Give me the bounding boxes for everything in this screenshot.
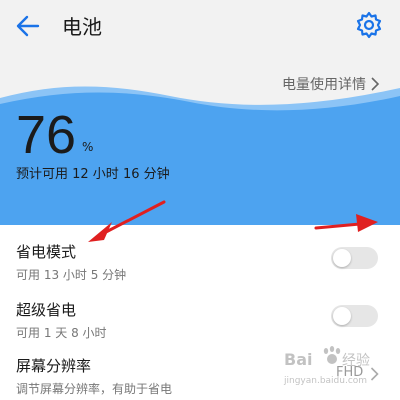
battery-level: 76 [16, 105, 77, 165]
page-title: 电池 [62, 15, 102, 39]
gear-icon[interactable] [354, 10, 384, 40]
power-saving-row[interactable]: 省电模式 可用 13 小时 5 分钟 [0, 231, 400, 289]
ultra-power-saving-toggle[interactable] [331, 305, 378, 327]
battery-panel: 电量使用详情 76 % 预计可用 12 小时 16 分钟 [0, 52, 400, 225]
svg-text:jingyan.baidu.com: jingyan.baidu.com [283, 376, 367, 386]
ultra-power-saving-label: 超级省电 [16, 301, 77, 319]
battery-level-unit: % [82, 140, 94, 154]
arrow-left-icon[interactable] [14, 12, 42, 40]
app-header: 电池 [0, 0, 400, 52]
baidu-jingyan-watermark: Bai 经验 jingyan.baidu.com [283, 346, 370, 386]
toggle-knob [333, 249, 351, 267]
power-saving-toggle[interactable] [331, 247, 378, 269]
power-saving-subtitle: 可用 13 小时 5 分钟 [16, 268, 127, 282]
battery-usage-details-link[interactable]: 电量使用详情 [282, 74, 380, 94]
power-saving-label: 省电模式 [16, 243, 77, 261]
toggle-knob [333, 307, 351, 325]
ultra-power-saving-row[interactable]: 超级省电 可用 1 天 8 小时 [0, 289, 400, 347]
screen-resolution-subtitle: 调节屏幕分辨率，有助于省电 [16, 382, 173, 396]
ultra-power-saving-subtitle: 可用 1 天 8 小时 [16, 326, 107, 340]
screen-resolution-label: 屏幕分辨率 [16, 357, 92, 375]
svg-text:Bai: Bai [284, 350, 312, 369]
chevron-right-icon [371, 77, 380, 91]
battery-estimate: 预计可用 12 小时 16 分钟 [16, 167, 170, 182]
details-link-label: 电量使用详情 [282, 77, 366, 93]
svg-text:经验: 经验 [342, 353, 370, 369]
